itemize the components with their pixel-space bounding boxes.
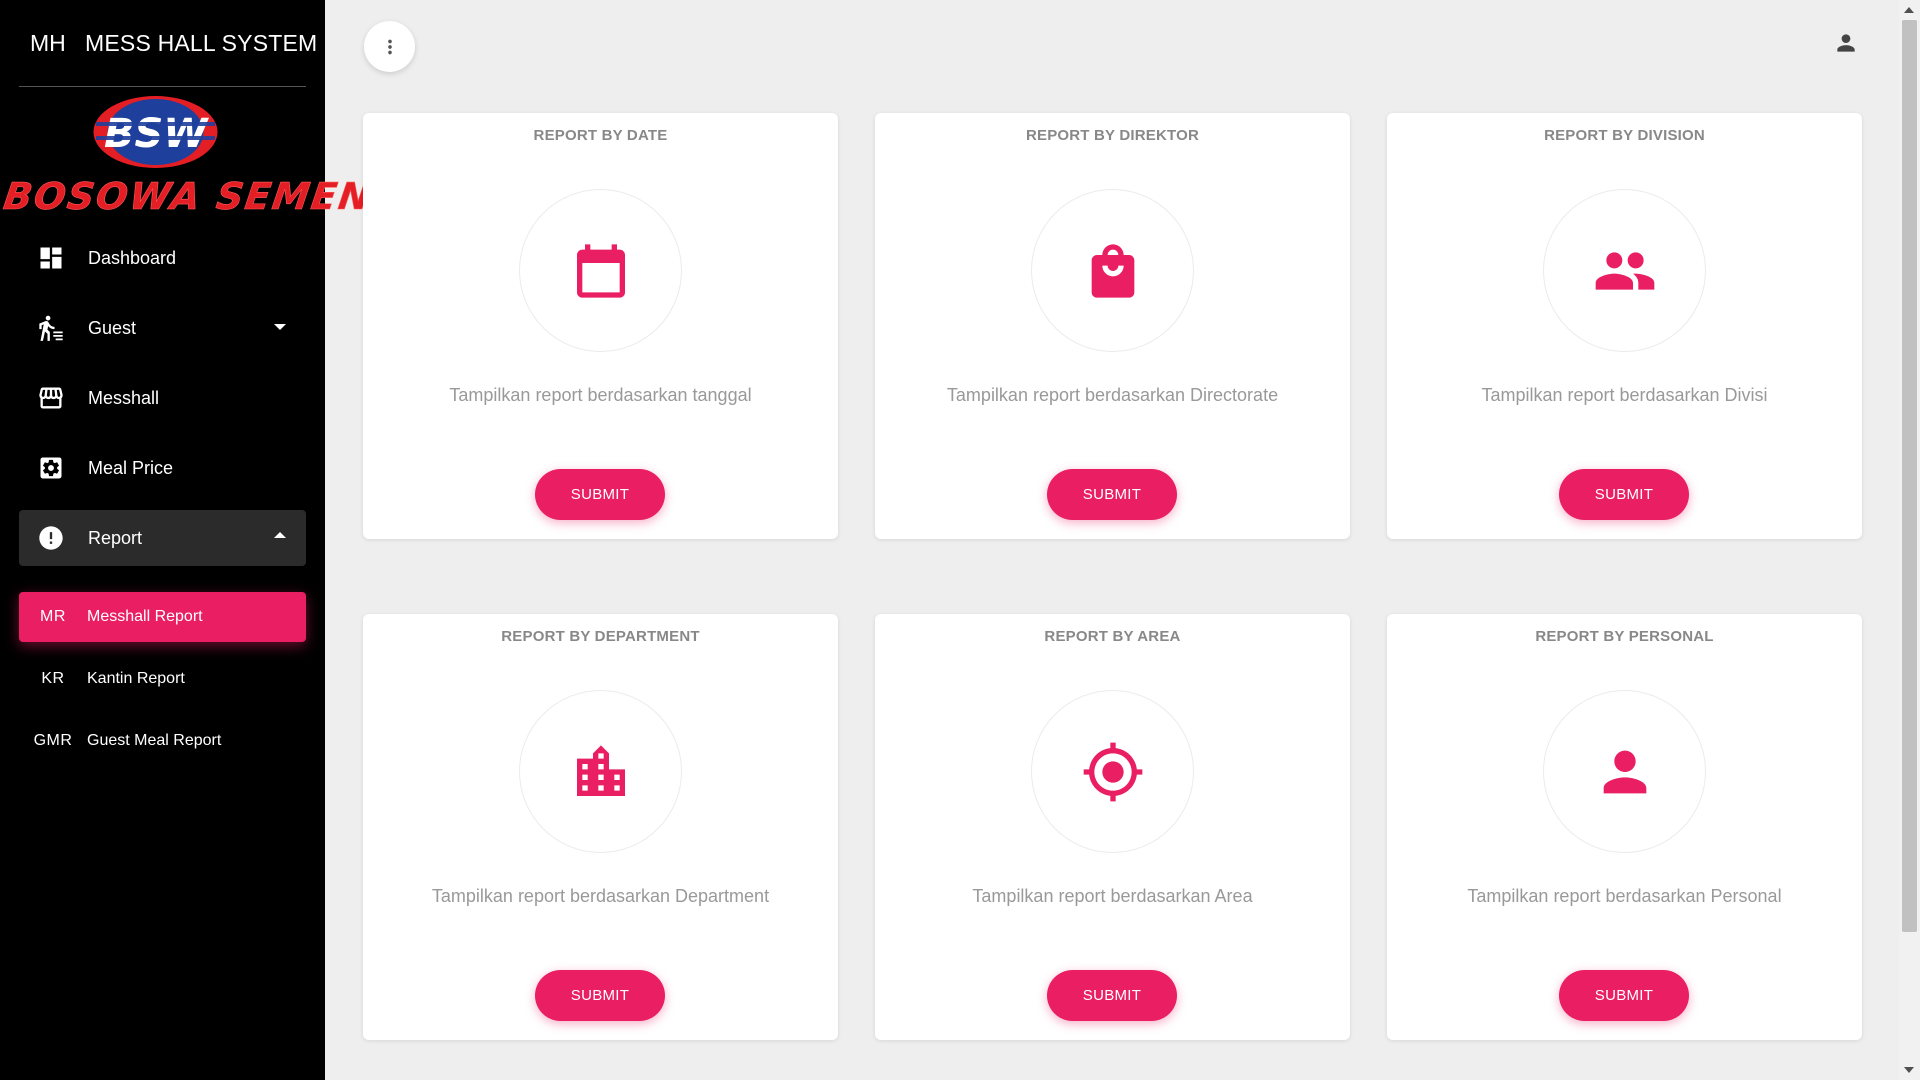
sidebar-item-meal-price[interactable]: Meal Price — [19, 440, 306, 496]
card-description: Tampilkan report berdasarkan Divisi — [1481, 385, 1768, 405]
card-description: Tampilkan report berdasarkan tanggal — [449, 385, 752, 405]
report-card-personal: REPORT BY PERSONAL Tampilkan report berd… — [1387, 614, 1862, 1040]
report-card-direktor: REPORT BY DIREKTOR Tampilkan report berd… — [875, 113, 1350, 539]
submit-button[interactable]: SUBMIT — [535, 469, 665, 520]
subitem-label: Messhall Report — [87, 608, 203, 625]
alert-circle-icon — [36, 523, 66, 553]
card-title: REPORT BY PERSONAL — [1535, 628, 1714, 645]
sidebar: MH MESS HALL SYSTEM BSW BOSOWA SEMEN Das… — [0, 0, 375, 1080]
chevron-up-icon — [274, 532, 286, 538]
card-description: Tampilkan report berdasarkan Department — [431, 886, 770, 906]
bag-icon — [1031, 189, 1194, 352]
building-icon — [519, 690, 682, 853]
report-card-area: REPORT BY AREA Tampilkan report berdasar… — [875, 614, 1350, 1040]
sidebar-subitem-kantin-report[interactable]: KR Kantin Report — [19, 654, 306, 704]
guest-icon — [36, 313, 66, 343]
report-card-division: REPORT BY DIVISION Tampilkan report berd… — [1387, 113, 1862, 539]
submit-button[interactable]: SUBMIT — [1047, 469, 1177, 520]
sidebar-item-guest[interactable]: Guest — [19, 300, 306, 356]
settings-box-icon — [36, 453, 66, 483]
sidebar-subitem-guest-meal-report[interactable]: GMR Guest Meal Report — [19, 716, 306, 766]
card-description: Tampilkan report berdasarkan Area — [972, 886, 1253, 906]
user-menu-icon[interactable] — [1833, 30, 1859, 56]
page-scrollbar[interactable] — [1899, 0, 1920, 1080]
card-title: REPORT BY DEPARTMENT — [501, 628, 700, 645]
logo-oval-icon: BSW — [93, 96, 218, 168]
report-subnav: MR Messhall Report KR Kantin Report GMR … — [19, 592, 306, 778]
card-title: REPORT BY AREA — [1044, 628, 1181, 645]
card-title: REPORT BY DIVISION — [1544, 127, 1705, 144]
report-card-department: REPORT BY DEPARTMENT Tampilkan report be… — [363, 614, 838, 1040]
sidebar-item-label: Report — [88, 527, 143, 548]
subitem-label: Kantin Report — [87, 670, 185, 687]
sidebar-item-label: Messhall — [88, 387, 160, 408]
card-title: REPORT BY DATE — [533, 127, 668, 144]
card-description: Tampilkan report berdasarkan Directorate — [946, 385, 1279, 405]
subitem-abbr: MR — [40, 608, 66, 625]
report-card-date: REPORT BY DATE Tampilkan report berdasar… — [363, 113, 838, 539]
scroll-down-icon[interactable] — [1904, 1067, 1914, 1073]
calendar-icon — [519, 189, 682, 352]
sidebar-item-label: Guest — [88, 317, 137, 338]
submit-button[interactable]: SUBMIT — [1559, 970, 1689, 1021]
chevron-down-icon — [274, 324, 286, 330]
subitem-abbr: GMR — [33, 732, 73, 749]
submit-button[interactable]: SUBMIT — [1559, 469, 1689, 520]
brand-mini: MH — [30, 29, 66, 56]
card-description: Tampilkan report berdasarkan Personal — [1467, 886, 1782, 906]
sidebar-item-report[interactable]: Report — [19, 510, 306, 566]
sidebar-item-label: Dashboard — [88, 247, 177, 268]
subitem-abbr: KR — [41, 670, 65, 687]
dashboard-icon — [36, 243, 66, 273]
scroll-up-icon[interactable] — [1904, 7, 1914, 13]
sidebar-subitem-messhall-report[interactable]: MR Messhall Report — [19, 592, 306, 642]
sidebar-item-dashboard[interactable]: Dashboard — [19, 230, 306, 286]
group-icon — [1543, 189, 1706, 352]
sidebar-item-messhall[interactable]: Messhall — [19, 370, 306, 426]
target-icon — [1031, 690, 1194, 853]
more-vert-icon — [387, 39, 392, 54]
brand[interactable]: MH MESS HALL SYSTEM — [0, 0, 325, 86]
store-icon — [36, 383, 66, 413]
subitem-label: Guest Meal Report — [87, 732, 222, 749]
sidebar-nav: Dashboard Guest Messhall Meal Price Repo… — [19, 230, 306, 580]
sidebar-toggle-button[interactable] — [364, 21, 415, 72]
logo-text: BOSOWA SEMEN — [0, 175, 375, 219]
submit-button[interactable]: SUBMIT — [535, 970, 665, 1021]
logo-oval-text: BSW — [104, 111, 209, 157]
scrollbar-thumb[interactable] — [1902, 20, 1917, 932]
card-title: REPORT BY DIREKTOR — [1025, 127, 1200, 144]
submit-button[interactable]: SUBMIT — [1047, 970, 1177, 1021]
sidebar-item-label: Meal Price — [88, 457, 174, 478]
company-logo: BSW BOSOWA SEMEN — [0, 87, 375, 218]
brand-name: MESS HALL SYSTEM — [85, 29, 318, 56]
person-icon — [1543, 690, 1706, 853]
